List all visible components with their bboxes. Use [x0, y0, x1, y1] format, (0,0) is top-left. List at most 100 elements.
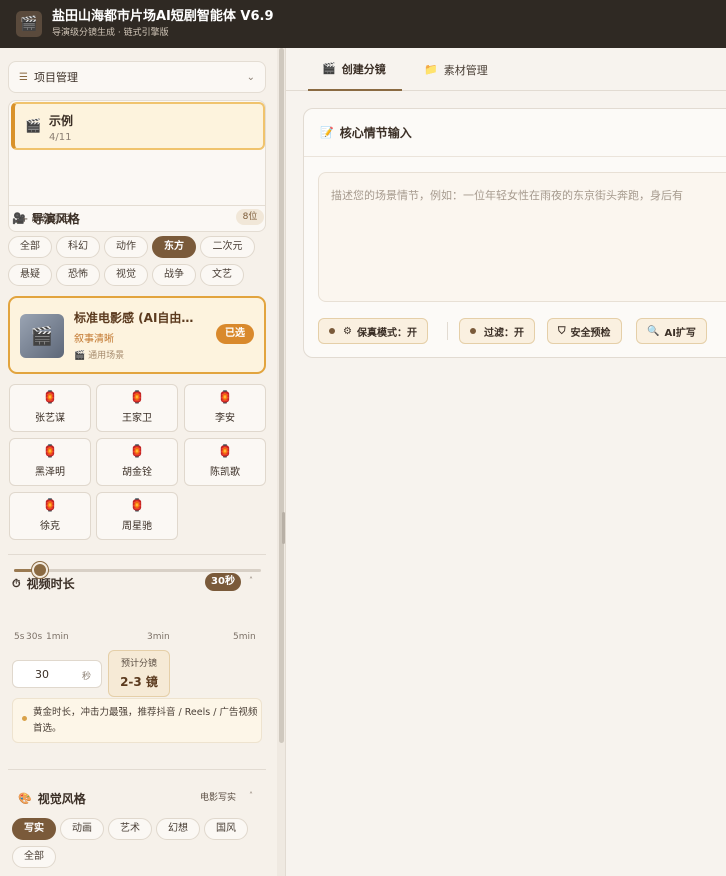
chip-guofeng[interactable]: 国风 [204, 818, 248, 840]
project-name: 示例 [49, 114, 74, 128]
section-divider [8, 769, 266, 770]
director-name: 周星驰 [122, 521, 152, 532]
shot-estimate-value: 2-3 镜 [120, 675, 158, 689]
memo-icon: 📝 [320, 126, 334, 139]
project-manager-label: 项目管理 [33, 71, 78, 84]
sidebar-scroll-thumb[interactable] [279, 48, 284, 743]
project-count: 4/11 [49, 132, 72, 143]
style-name: 标准电影感 (AI自由… [74, 311, 194, 325]
collapse-caret-icon[interactable]: ˄ [249, 791, 253, 800]
timer-icon: ⏱ [12, 576, 21, 590]
project-manager-toggle[interactable]: ☰ 项目管理 ⌄ [8, 61, 266, 93]
chip-fantasy[interactable]: 幻想 [156, 818, 200, 840]
style-description: 叙事清晰 [74, 334, 114, 345]
status-dot-icon [470, 328, 476, 334]
sidebar: ☰ 项目管理 ⌄ 🎬 示例 4/11 + 新建项目 🎥 导演风格 8位 全部 科… [0, 48, 277, 876]
director-card[interactable]: 🏮 李安 [184, 384, 266, 432]
shot-estimate-label: 预计分镜 [120, 659, 157, 669]
director-name: 王家卫 [122, 413, 152, 424]
director-card[interactable]: 🏮 周星驰 [96, 492, 178, 540]
ai-expand-button[interactable]: 🔍 AI扩写 [636, 318, 707, 344]
lantern-icon: 🏮 [217, 444, 233, 458]
project-item[interactable]: 🎬 示例 4/11 [11, 102, 265, 150]
main-tabs: 🎬 创建分镜 📁 素材管理 [286, 48, 726, 91]
director-name: 胡金铨 [122, 467, 152, 478]
folder-icon: 📁 [424, 63, 438, 76]
app-header: 🎬 盐田山海都市片场AI短剧智能体 V6.9 导演级分镜生成 · 链式引擎版 [0, 0, 726, 48]
clapper-icon: 🎬 [20, 314, 64, 358]
plot-input-card: 📝 核心情节输入 描述您的场景情节，例如：一位年轻女性在雨夜的东京街头奔跑，身后… [303, 108, 726, 358]
chevron-down-icon: ⌄ [246, 71, 255, 83]
director-card[interactable]: 🏮 陈凯歌 [184, 438, 266, 486]
plot-textarea[interactable]: 描述您的场景情节，例如：一位年轻女性在雨夜的东京街头奔跑，身后有 [318, 172, 726, 302]
collapse-caret-icon[interactable]: ˄ [249, 576, 253, 585]
tab-assets[interactable]: 📁 素材管理 [424, 48, 488, 91]
chip-suspense[interactable]: 悬疑 [8, 264, 52, 286]
chip-anime[interactable]: 二次元 [200, 236, 255, 258]
lantern-icon: 🏮 [129, 390, 145, 404]
chip-all[interactable]: 全部 [8, 236, 52, 258]
safety-check-button[interactable]: ⛉ 安全预检 [547, 318, 622, 344]
visual-style-label: 视觉风格 [37, 792, 86, 806]
ai-expand-label: AI扩写 [664, 327, 696, 339]
lantern-icon: 🏮 [129, 498, 145, 512]
sidebar-scrollbar[interactable] [277, 48, 286, 876]
lantern-icon: 🏮 [129, 444, 145, 458]
director-name: 李安 [215, 413, 235, 424]
chip-all-visual[interactable]: 全部 [12, 846, 56, 868]
chip-oriental[interactable]: 东方 [152, 236, 196, 258]
chip-animation[interactable]: 动画 [60, 818, 104, 840]
plot-input-header: 📝 核心情节输入 [304, 109, 726, 157]
seconds-value: 30 [35, 668, 49, 681]
shield-icon: ⛉ [558, 325, 566, 337]
director-icon: 🎥 [12, 212, 26, 225]
director-card[interactable]: 🏮 黑泽明 [9, 438, 91, 486]
seconds-input[interactable]: 30 秒 [12, 660, 102, 688]
magnifier-icon: 🔍 [647, 325, 660, 337]
duration-value-badge: 30秒 [205, 573, 241, 591]
seconds-unit: 秒 [82, 672, 92, 682]
chip-action[interactable]: 动作 [104, 236, 148, 258]
fidelity-toggle[interactable]: ⚙ 保真模式：开 [318, 318, 428, 344]
clapper-icon: 🎬 [16, 11, 42, 37]
chip-realistic[interactable]: 写实 [12, 818, 56, 840]
fidelity-label: 保真模式：开 [356, 327, 417, 339]
chip-visual[interactable]: 视觉 [104, 264, 148, 286]
button-separator [447, 322, 448, 340]
palette-icon: 🎨 [18, 792, 32, 805]
tab-label: 素材管理 [443, 63, 488, 77]
chip-arthouse[interactable]: 文艺 [200, 264, 244, 286]
app-title: 盐田山海都市片场AI短剧智能体 V6.9 [52, 8, 274, 24]
director-card[interactable]: 🏮 王家卫 [96, 384, 178, 432]
app-subtitle: 导演级分镜生成 · 链式引擎版 [52, 27, 169, 38]
duration-slider-track[interactable] [14, 569, 261, 572]
lantern-icon: 🏮 [42, 498, 58, 512]
chip-scifi[interactable]: 科幻 [56, 236, 100, 258]
chip-war[interactable]: 战争 [152, 264, 196, 286]
duration-tip-text: 黄金时长，冲击力最强，推荐抖音 / Reels / 广告视频首选。 [33, 707, 258, 734]
resize-handle[interactable] [282, 512, 285, 544]
tab-label: 创建分镜 [341, 62, 386, 76]
director-card[interactable]: 🏮 徐克 [9, 492, 91, 540]
selected-style-card[interactable]: 🎬 标准电影感 (AI自由… 叙事清晰 🎬 通用场景 已选 [8, 296, 266, 374]
tick-label: 3min [147, 632, 170, 642]
duration-slider-handle[interactable] [31, 562, 48, 578]
director-name: 徐克 [40, 521, 60, 532]
section-divider [8, 554, 266, 555]
filter-toggle[interactable]: 过滤：开 [459, 318, 535, 344]
filter-label: 过滤：开 [484, 327, 524, 339]
lantern-icon: 🏮 [42, 390, 58, 404]
tab-create-storyboard[interactable]: 🎬 创建分镜 [308, 48, 402, 91]
duration-tip: 黄金时长，冲击力最强，推荐抖音 / Reels / 广告视频首选。 [12, 698, 262, 743]
lantern-icon: 🏮 [42, 444, 58, 458]
chip-horror[interactable]: 恐怖 [56, 264, 100, 286]
duration-label: 视频时长 [26, 577, 75, 591]
director-card[interactable]: 🏮 张艺谋 [9, 384, 91, 432]
director-card[interactable]: 🏮 胡金铨 [96, 438, 178, 486]
director-count-badge: 8位 [236, 209, 264, 225]
gear-icon: ⚙ [343, 325, 352, 337]
chip-art[interactable]: 艺术 [108, 818, 152, 840]
plot-placeholder: 描述您的场景情节，例如：一位年轻女性在雨夜的东京街头奔跑，身后有 [331, 189, 683, 202]
tick-label: 5min [233, 632, 256, 642]
app-title-block: 盐田山海都市片场AI短剧智能体 V6.9 导演级分镜生成 · 链式引擎版 [52, 9, 274, 40]
